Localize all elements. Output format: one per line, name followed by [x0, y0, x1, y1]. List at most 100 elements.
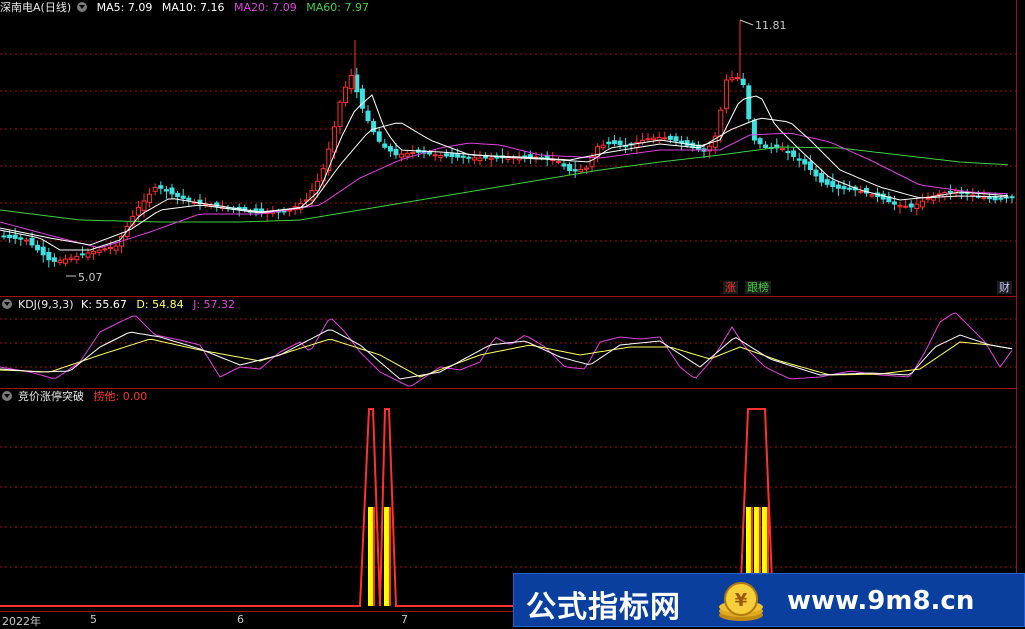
dropdown-icon[interactable] — [2, 391, 12, 401]
candle-body — [23, 239, 29, 242]
candle-body — [729, 77, 735, 81]
ma5-label: MA5: 7.09 — [96, 1, 153, 14]
watermark-title: 公式指标网 — [526, 590, 681, 625]
candle-body — [779, 148, 785, 151]
low-price-label: 5.07 — [78, 271, 103, 284]
candle-body — [858, 190, 864, 193]
kdj-pane[interactable]: KDJ(9,3,3) K: 55.67 D: 54.84 J: 57.32 — [0, 297, 1025, 389]
candle-body — [807, 161, 813, 171]
candle-body — [40, 246, 46, 256]
candle-body — [141, 200, 147, 211]
finance-tag[interactable]: 财 — [997, 281, 1012, 294]
ma5-line — [0, 94, 1009, 251]
candle-body — [85, 252, 91, 258]
candle-body — [387, 146, 393, 152]
ma10-line — [0, 117, 1009, 246]
candle-body — [791, 150, 797, 157]
dropdown-icon[interactable] — [77, 2, 88, 12]
candle-body — [908, 203, 914, 208]
candle-body — [74, 255, 80, 261]
watermark-banner[interactable]: 公式指标网 ¥ www.9m8.cn — [513, 573, 1025, 627]
candle-body — [869, 194, 875, 197]
candle-body — [102, 248, 108, 251]
coin-logo-icon: ¥ — [719, 582, 763, 621]
candle-body — [555, 161, 561, 164]
candle-body — [427, 151, 433, 155]
high-pointer — [739, 19, 754, 26]
ma10-label: MA10: 7.16 — [161, 1, 225, 14]
candle-body — [404, 152, 410, 157]
candle-body — [337, 101, 343, 127]
indicator-header: 竞价涨停突破 捞他: 0.00 — [0, 389, 153, 405]
candle-body — [477, 157, 483, 162]
ma20-label: MA20: 7.09 — [234, 1, 297, 14]
candle-body — [645, 138, 651, 141]
candle-body — [107, 246, 113, 249]
candle-body — [583, 167, 589, 170]
ma60-line — [0, 146, 1009, 223]
candle-body — [96, 249, 102, 253]
dropdown-icon[interactable] — [2, 299, 12, 309]
candle-body — [35, 244, 41, 251]
candle-body — [331, 126, 337, 153]
candle-body — [432, 154, 438, 157]
candle-body — [443, 153, 449, 157]
candle-body — [567, 164, 573, 172]
signal-bar — [384, 507, 389, 606]
kdj-d-value: D: 54.84 — [136, 298, 184, 311]
candlestick-chart[interactable]: 11.81 5.07 — [0, 0, 1025, 297]
indicator-name[interactable]: 竞价涨停突破 — [18, 390, 84, 403]
candle-body — [63, 258, 69, 264]
indicator-value: 捞他: 0.00 — [93, 390, 148, 403]
candle-body — [488, 157, 494, 160]
list-tag[interactable]: 跟榜 — [745, 281, 771, 294]
candle-body — [51, 257, 57, 262]
kdj-d-line — [0, 338, 1013, 378]
candle-body — [723, 79, 729, 110]
candle-body — [371, 121, 377, 133]
candle-body — [925, 197, 931, 200]
candle-body — [835, 184, 841, 189]
candle-body — [186, 197, 192, 201]
limit-up-tag[interactable]: 涨 — [723, 281, 738, 294]
candle-body — [57, 259, 63, 263]
candle-body — [987, 196, 993, 200]
candle-body — [18, 237, 24, 240]
candle-body — [667, 135, 673, 140]
stock-title[interactable]: 深南电A(日线) — [0, 1, 71, 14]
candle-body — [662, 137, 668, 140]
candle-body — [152, 186, 158, 192]
candle-body — [751, 119, 757, 141]
candle-body — [947, 190, 953, 193]
candle-body — [617, 140, 623, 146]
candle-body — [175, 192, 181, 197]
candle-body — [673, 136, 679, 142]
right-border — [1016, 0, 1017, 611]
candle-body — [348, 74, 354, 90]
candle-body — [91, 250, 97, 255]
candle-body — [746, 85, 752, 120]
candle-body — [740, 78, 746, 85]
price-pane[interactable]: 11.81 5.07 深南电A(日线) MA5: 7.09 MA10: 7.16 … — [0, 0, 1025, 297]
candle-body — [813, 169, 819, 177]
candle-body — [763, 144, 769, 148]
candle-body — [158, 185, 164, 189]
kdj-name[interactable]: KDJ(9,3,3) — [18, 298, 74, 311]
candle-body — [600, 144, 606, 149]
axis-label-6: 6 — [237, 613, 244, 626]
signal-bar — [368, 507, 373, 606]
candle-body — [147, 193, 153, 203]
watermark-url: www.9m8.cn — [787, 586, 975, 616]
candle-body — [399, 153, 405, 158]
price-header: 深南电A(日线) MA5: 7.09 MA10: 7.16 MA20: 7.09… — [0, 0, 375, 16]
ma60-label: MA60: 7.97 — [306, 1, 369, 14]
candle-body — [382, 143, 388, 148]
candle-body — [7, 234, 13, 239]
candle-body — [796, 158, 802, 161]
candle-body — [365, 110, 371, 122]
candle-body — [438, 154, 444, 158]
candle-body — [163, 189, 169, 192]
candle-body — [410, 152, 416, 155]
candle-body — [561, 163, 567, 167]
candle-body — [46, 252, 52, 261]
